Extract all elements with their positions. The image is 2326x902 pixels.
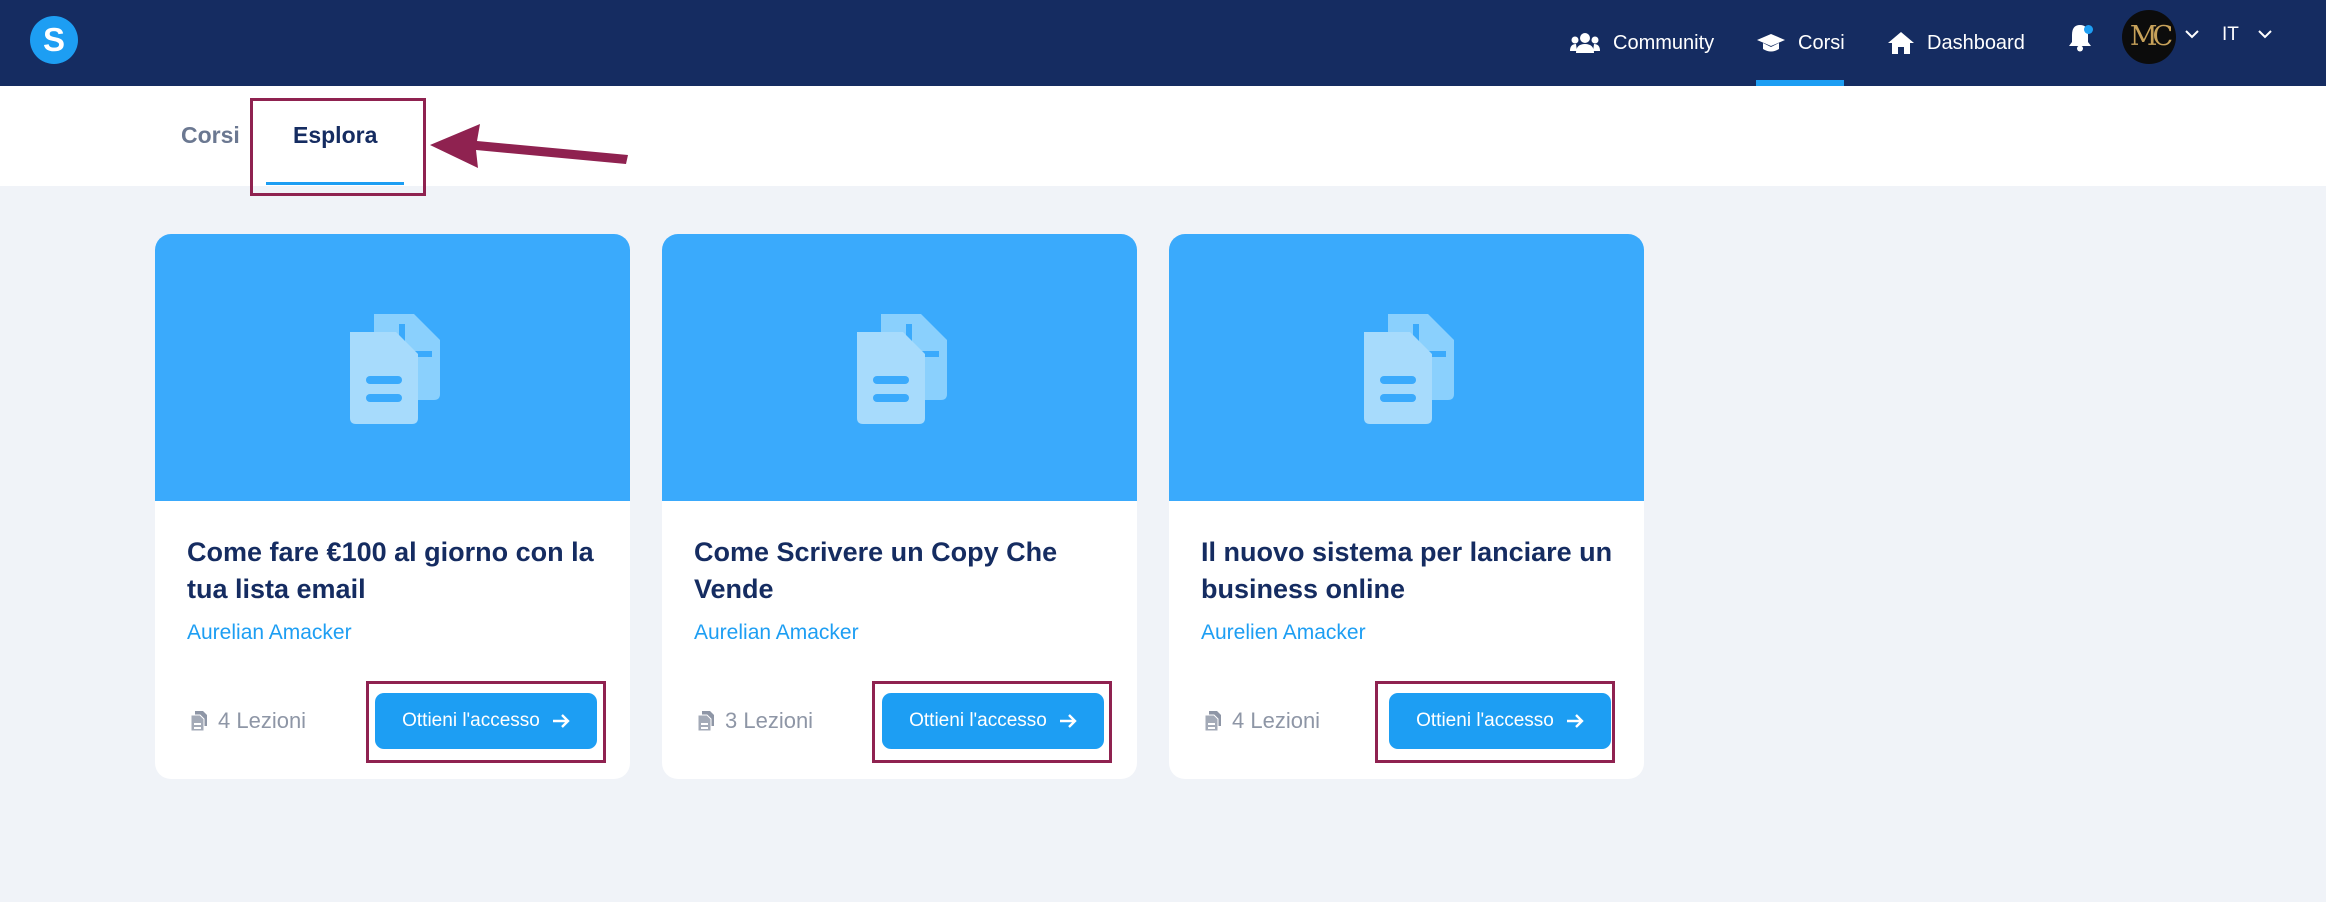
get-access-label: Ottieni l'accesso xyxy=(1416,710,1554,731)
lessons-icon xyxy=(697,711,714,732)
lesson-count: 4 Lezioni xyxy=(1204,708,1320,734)
lessons-icon xyxy=(1204,711,1221,732)
arrow-right-icon xyxy=(552,714,570,728)
nav-community-label: Community xyxy=(1613,31,1715,54)
nav-corsi-label: Corsi xyxy=(1798,31,1845,54)
course-card[interactable]: Come fare €100 al giorno con la tua list… xyxy=(155,234,630,779)
get-access-button[interactable]: Ottieni l'accesso xyxy=(882,693,1104,749)
lesson-count-label: 4 Lezioni xyxy=(218,708,307,733)
app-logo[interactable]: S xyxy=(30,16,78,64)
course-title[interactable]: Come fare €100 al giorno con la tua list… xyxy=(187,534,607,608)
nav-community[interactable]: Community xyxy=(1570,0,1714,86)
annotation-arrow-icon xyxy=(430,124,628,168)
course-banner xyxy=(1169,234,1644,501)
arrow-right-icon xyxy=(1059,714,1077,728)
arrow-right-icon xyxy=(1566,714,1584,728)
lesson-count-label: 4 Lezioni xyxy=(1232,708,1321,733)
nav-dashboard[interactable]: Dashboard xyxy=(1888,0,2025,86)
notification-dot xyxy=(2084,25,2093,34)
users-icon xyxy=(1570,33,1600,53)
nav-dashboard-label: Dashboard xyxy=(1927,31,2025,54)
lesson-count: 3 Lezioni xyxy=(697,708,813,734)
tab-corsi[interactable]: Corsi xyxy=(181,122,240,149)
documents-icon xyxy=(350,314,440,424)
documents-icon xyxy=(1364,314,1454,424)
active-tab-indicator xyxy=(266,182,404,185)
course-card[interactable]: Come Scrivere un Copy Che Vende Aurelian… xyxy=(662,234,1137,779)
get-access-button[interactable]: Ottieni l'accesso xyxy=(1389,693,1611,749)
notifications-button[interactable] xyxy=(2067,22,2093,57)
lessons-icon xyxy=(190,711,207,732)
top-navbar: S Community Corsi Dashboard MC IT xyxy=(0,0,2326,86)
tab-esplora[interactable]: Esplora xyxy=(293,122,377,149)
course-title[interactable]: Come Scrivere un Copy Che Vende xyxy=(694,534,1114,608)
user-avatar[interactable]: MC xyxy=(2122,10,2176,64)
graduation-cap-icon xyxy=(1757,34,1785,52)
tab-bar: Corsi Esplora xyxy=(0,86,2326,186)
language-selector[interactable]: IT xyxy=(2222,24,2239,46)
get-access-label: Ottieni l'accesso xyxy=(909,710,1047,731)
lesson-count-label: 3 Lezioni xyxy=(725,708,814,733)
home-icon xyxy=(1888,32,1914,54)
course-author[interactable]: Aurelien Amacker xyxy=(1201,621,1366,645)
get-access-label: Ottieni l'accesso xyxy=(402,710,540,731)
chevron-down-icon[interactable] xyxy=(2258,30,2272,39)
chevron-down-icon[interactable] xyxy=(2185,30,2199,39)
course-banner xyxy=(155,234,630,501)
course-card[interactable]: Il nuovo sistema per lanciare un busines… xyxy=(1169,234,1644,779)
course-title[interactable]: Il nuovo sistema per lanciare un busines… xyxy=(1201,534,1621,608)
documents-icon xyxy=(857,314,947,424)
get-access-button[interactable]: Ottieni l'accesso xyxy=(375,693,597,749)
nav-corsi[interactable]: Corsi xyxy=(1757,0,1845,86)
lesson-count: 4 Lezioni xyxy=(190,708,306,734)
course-author[interactable]: Aurelian Amacker xyxy=(187,621,352,645)
course-author[interactable]: Aurelian Amacker xyxy=(694,621,859,645)
course-banner xyxy=(662,234,1137,501)
